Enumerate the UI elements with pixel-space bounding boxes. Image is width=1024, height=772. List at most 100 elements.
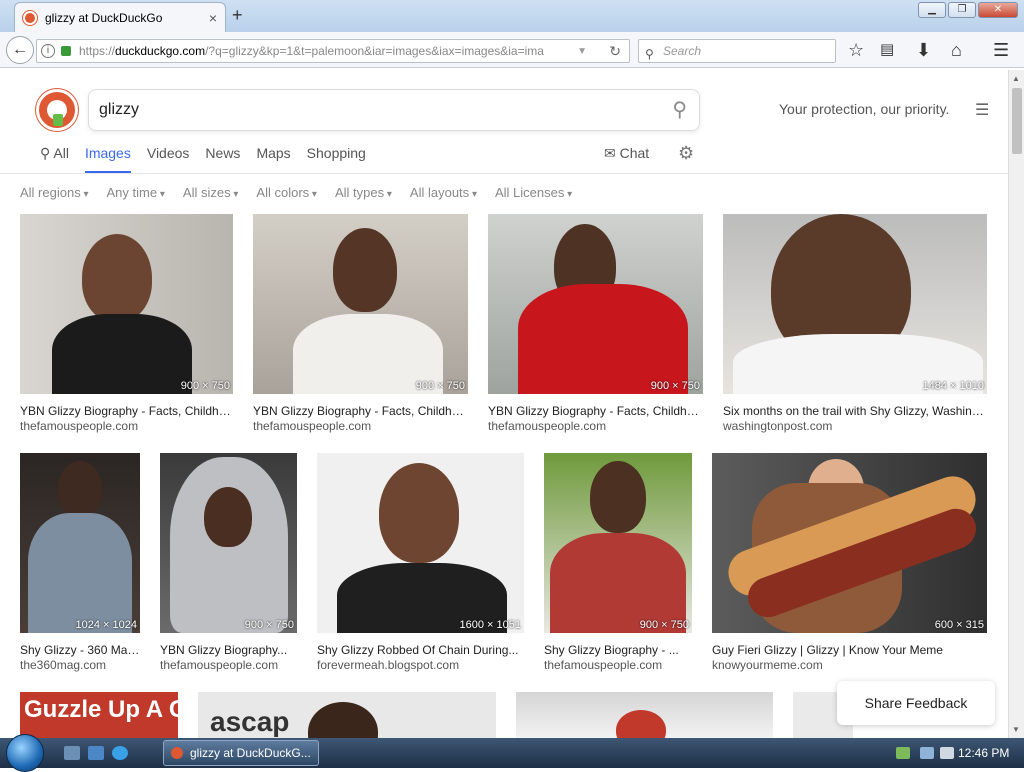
tagline: Your protection, our priority.: [779, 101, 950, 117]
internet-explorer-icon[interactable]: [112, 746, 128, 760]
taskbar-browser-window[interactable]: glizzy at DuckDuckG...: [163, 740, 319, 766]
result-thumbnail[interactable]: 900 × 750: [253, 214, 468, 394]
result-title[interactable]: Shy Glizzy - 360 Magazine: [20, 643, 140, 657]
home-icon[interactable]: ⌂: [951, 40, 962, 60]
chat-icon: ✉: [604, 145, 620, 161]
site-info-icon[interactable]: i: [41, 44, 55, 58]
url-dropdown-icon[interactable]: ▼: [577, 46, 587, 57]
bookmark-star-icon[interactable]: ☆: [848, 40, 864, 60]
result-title[interactable]: Shy Glizzy Biography - ...: [544, 643, 692, 657]
clock[interactable]: 12:46 PM: [958, 738, 1009, 768]
image-dimensions: 1024 × 1024: [75, 619, 137, 631]
result-thumbnail[interactable]: 1600 × 1051: [317, 453, 524, 633]
lock-icon: [61, 46, 71, 56]
back-button[interactable]: ←: [6, 36, 34, 64]
image-dimensions: 600 × 315: [934, 619, 984, 631]
result-thumbnail[interactable]: ascap: [198, 692, 496, 738]
result-title[interactable]: YBN Glizzy Biography - Facts, Childhood.…: [20, 404, 234, 418]
window-controls: ▁ ❐ ✕: [918, 2, 1018, 18]
minimize-button[interactable]: ▁: [918, 2, 946, 18]
restore-button[interactable]: ❐: [948, 2, 976, 18]
show-desktop-icon[interactable]: [64, 746, 80, 760]
result-title[interactable]: YBN Glizzy Biography - Facts, Childhood.…: [488, 404, 702, 418]
result-thumbnail[interactable]: [516, 692, 773, 738]
vertical-scrollbar[interactable]: ▲ ▼: [1008, 70, 1024, 738]
tray-app-icon[interactable]: [896, 747, 910, 759]
tab-title: glizzy at DuckDuckGo: [45, 10, 163, 25]
explorer-icon[interactable]: [88, 746, 104, 760]
result-thumbnail[interactable]: 900 × 750: [544, 453, 692, 633]
image-dimensions: 900 × 750: [639, 619, 689, 631]
taskbar-app-label: glizzy at DuckDuckG...: [190, 746, 311, 760]
result-title[interactable]: Six months on the trail with Shy Glizzy,…: [723, 404, 987, 418]
result-thumbnail[interactable]: 900 × 750: [20, 214, 233, 394]
result-thumbnail[interactable]: 600 × 315: [712, 453, 987, 633]
share-feedback-button[interactable]: Share Feedback: [837, 681, 995, 725]
tab-close-icon[interactable]: ×: [209, 10, 217, 26]
url-prefix: https://: [79, 44, 116, 58]
image-dimensions: 900 × 750: [650, 380, 700, 392]
url-host: duckduckgo.com: [115, 44, 206, 58]
url-bar[interactable]: i https://duckduckgo.com/?q=glizzy&kp=1&…: [36, 39, 630, 63]
image-dimensions: 1484 × 1010: [922, 380, 984, 392]
result-source[interactable]: the360mag.com: [20, 658, 106, 672]
result-thumbnail[interactable]: Guzzle Up A Glizzy: [20, 692, 178, 738]
tab-label: All: [53, 145, 69, 161]
reading-list-icon[interactable]: ▤: [880, 40, 894, 60]
result-source[interactable]: washingtonpost.com: [723, 419, 832, 433]
result-thumbnail[interactable]: 1484 × 1010: [723, 214, 987, 394]
tab-news[interactable]: News: [205, 145, 240, 173]
downloads-icon[interactable]: ⬇: [916, 40, 931, 60]
scrollbar-thumb[interactable]: [1012, 88, 1022, 154]
result-source[interactable]: thefamouspeople.com: [544, 658, 662, 672]
filter-type[interactable]: All types: [335, 185, 392, 200]
browser-search-field[interactable]: ⚲ Search: [638, 39, 836, 63]
browser-tab[interactable]: glizzy at DuckDuckGo ×: [14, 2, 226, 32]
tab-images[interactable]: Images: [84, 145, 131, 173]
filter-size[interactable]: All sizes: [183, 185, 239, 200]
menu-icon[interactable]: ☰: [993, 40, 1009, 60]
tab-maps[interactable]: Maps: [256, 145, 290, 173]
result-thumbnail[interactable]: 900 × 750: [488, 214, 703, 394]
network-icon[interactable]: [920, 747, 934, 759]
gear-icon[interactable]: ⚙: [678, 143, 694, 164]
result-title[interactable]: Guy Fieri Glizzy | Glizzy | Know Your Me…: [712, 643, 987, 657]
tab-shopping[interactable]: Shopping: [307, 145, 366, 173]
volume-icon[interactable]: [940, 747, 954, 759]
filter-time[interactable]: Any time: [107, 185, 165, 200]
filter-license[interactable]: All Licenses: [495, 185, 572, 200]
duckduckgo-favicon-icon: [171, 747, 183, 759]
search-input[interactable]: glizzy ⚲: [88, 89, 700, 131]
chat-button[interactable]: ✉ Chat: [604, 145, 649, 162]
result-source[interactable]: thefamouspeople.com: [488, 419, 606, 433]
image-dimensions: 1600 × 1051: [459, 619, 521, 631]
search-icon: ⚲: [40, 145, 54, 161]
filter-color[interactable]: All colors: [256, 185, 317, 200]
result-source[interactable]: knowyourmeme.com: [712, 658, 823, 672]
menu-icon[interactable]: ☰: [975, 100, 989, 120]
result-title[interactable]: YBN Glizzy Biography...: [160, 643, 297, 657]
filter-region[interactable]: All regions: [20, 185, 89, 200]
result-title[interactable]: YBN Glizzy Biography - Facts, Childhood.…: [253, 404, 467, 418]
result-source[interactable]: thefamouspeople.com: [20, 419, 138, 433]
thumbnail-caption: ascap: [210, 706, 290, 737]
duckduckgo-logo[interactable]: [36, 89, 78, 131]
scroll-up-icon[interactable]: ▲: [1012, 74, 1020, 83]
image-dimensions: 900 × 750: [180, 380, 230, 392]
result-thumbnail[interactable]: 1024 × 1024: [20, 453, 140, 633]
search-tabs: ⚲ All Images Videos News Maps Shopping: [40, 145, 382, 173]
result-source[interactable]: thefamouspeople.com: [253, 419, 371, 433]
result-thumbnail[interactable]: 900 × 750: [160, 453, 297, 633]
result-title[interactable]: Shy Glizzy Robbed Of Chain During...: [317, 643, 524, 657]
new-tab-button[interactable]: +: [232, 6, 243, 24]
result-source[interactable]: thefamouspeople.com: [160, 658, 278, 672]
tab-all[interactable]: ⚲ All: [40, 145, 69, 173]
filter-layout[interactable]: All layouts: [410, 185, 477, 200]
close-window-button[interactable]: ✕: [978, 2, 1018, 18]
result-source[interactable]: forevermeah.blogspot.com: [317, 658, 459, 672]
reload-icon[interactable]: ↻: [609, 43, 621, 60]
start-button[interactable]: [6, 734, 44, 772]
scroll-down-icon[interactable]: ▼: [1012, 725, 1020, 734]
tab-videos[interactable]: Videos: [147, 145, 190, 173]
search-icon[interactable]: ⚲: [672, 90, 687, 130]
